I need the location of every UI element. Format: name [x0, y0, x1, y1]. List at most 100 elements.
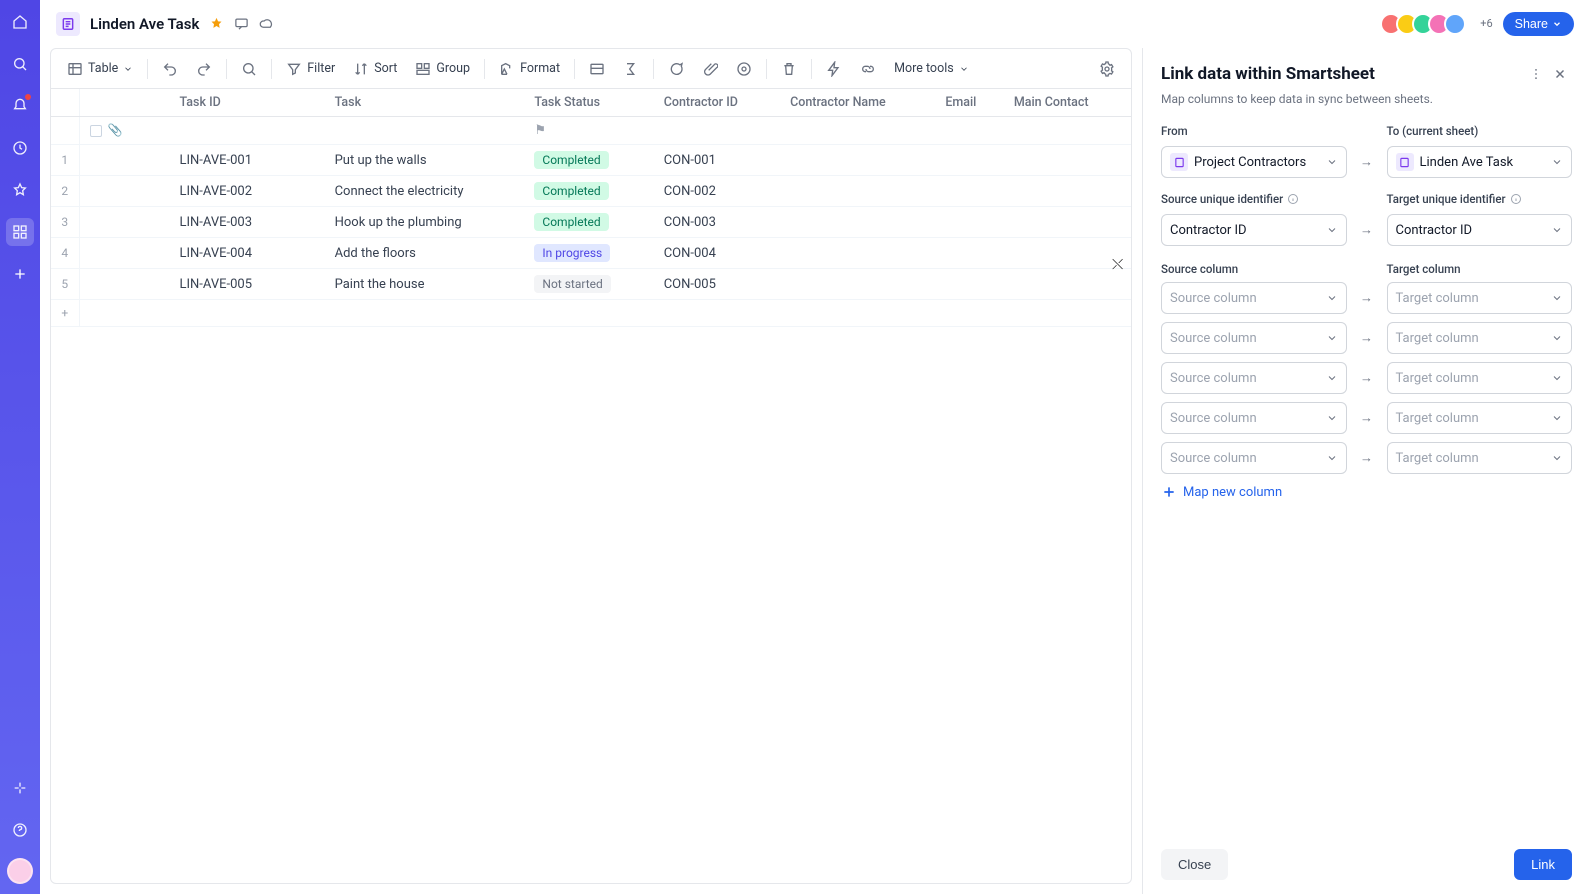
cell-task-id[interactable]: LIN-AVE-002	[79, 176, 325, 207]
grid-icon[interactable]	[6, 218, 34, 246]
collaborator-avatars[interactable]	[1386, 13, 1466, 35]
favorite-icon[interactable]	[209, 16, 224, 31]
bell-icon[interactable]	[6, 92, 34, 120]
cell-task-id[interactable]: LIN-AVE-004	[79, 238, 325, 269]
column-header[interactable]: Contractor ID	[654, 89, 780, 117]
cloud-icon[interactable]	[259, 16, 274, 31]
cell-contractor-id[interactable]: CON-005	[654, 269, 780, 300]
column-header[interactable]: Main Contact	[1004, 89, 1131, 117]
undo-button[interactable]	[156, 57, 184, 81]
cell-status[interactable]: Completed	[524, 207, 653, 238]
cell-task[interactable]: Paint the house	[325, 269, 525, 300]
redo-button[interactable]	[190, 57, 218, 81]
cell-contractor-name[interactable]	[780, 145, 935, 176]
cell-email[interactable]	[935, 207, 1004, 238]
cell-contractor-id[interactable]: CON-002	[654, 176, 780, 207]
cell-status[interactable]: Completed	[524, 145, 653, 176]
data-grid[interactable]: Task IDTaskTask StatusContractor IDContr…	[51, 89, 1131, 883]
formula-button[interactable]	[617, 57, 645, 81]
column-header[interactable]: Task	[325, 89, 525, 117]
column-header[interactable]: Task ID	[79, 89, 325, 117]
add-row[interactable]: +	[51, 300, 1131, 327]
cell-contractor-name[interactable]	[780, 238, 935, 269]
cell-task-id[interactable]: LIN-AVE-005	[79, 269, 325, 300]
to-sheet-dropdown[interactable]: Linden Ave Task	[1387, 146, 1573, 178]
target-column-dropdown[interactable]: Target column	[1387, 322, 1573, 354]
star-icon[interactable]	[6, 176, 34, 204]
table-row[interactable]: 2LIN-AVE-002Connect the electricityCompl…	[51, 176, 1131, 207]
cell-contractor-id[interactable]: CON-003	[654, 207, 780, 238]
src-uid-dropdown[interactable]: Contractor ID	[1161, 214, 1347, 246]
select-all-checkbox[interactable]	[90, 125, 102, 137]
avatar-overflow[interactable]: +6	[1480, 17, 1492, 30]
target-column-dropdown[interactable]: Target column	[1387, 442, 1573, 474]
target-column-dropdown[interactable]: Target column	[1387, 362, 1573, 394]
cell-contractor-id[interactable]: CON-001	[654, 145, 780, 176]
source-column-dropdown[interactable]: Source column	[1161, 442, 1347, 474]
table-row[interactable]: 5LIN-AVE-005Paint the houseNot startedCO…	[51, 269, 1131, 300]
column-header[interactable]: Email	[935, 89, 1004, 117]
group-button[interactable]: Group	[409, 57, 476, 81]
link-button[interactable]: Link	[1514, 849, 1572, 880]
cell-contractor-id[interactable]: CON-004	[654, 238, 780, 269]
cell-task-id[interactable]: LIN-AVE-003	[79, 207, 325, 238]
share-button[interactable]: Share	[1503, 12, 1574, 36]
source-column-dropdown[interactable]: Source column	[1161, 282, 1347, 314]
cell-main-contact[interactable]	[1004, 207, 1131, 238]
close-button[interactable]: Close	[1161, 849, 1228, 880]
search-icon[interactable]	[6, 50, 34, 78]
cell-email[interactable]	[935, 145, 1004, 176]
cell-status[interactable]: Not started	[524, 269, 653, 300]
from-sheet-dropdown[interactable]: Project Contractors	[1161, 146, 1347, 178]
chat-icon[interactable]	[234, 16, 249, 31]
source-column-dropdown[interactable]: Source column	[1161, 362, 1347, 394]
format-button[interactable]: Format	[493, 57, 566, 81]
cell-task[interactable]: Connect the electricity	[325, 176, 525, 207]
source-column-dropdown[interactable]: Source column	[1161, 322, 1347, 354]
map-new-column-button[interactable]: Map new column	[1161, 478, 1572, 506]
add-icon[interactable]	[6, 260, 34, 288]
link-data-button[interactable]	[854, 57, 882, 81]
cell-email[interactable]	[935, 176, 1004, 207]
proof-button[interactable]	[730, 57, 758, 81]
insert-button[interactable]	[583, 57, 611, 81]
search-button[interactable]	[235, 57, 263, 81]
table-row[interactable]: 4LIN-AVE-004Add the floorsIn progressCON…	[51, 238, 1131, 269]
cell-main-contact[interactable]	[1004, 176, 1131, 207]
filter-button[interactable]: Filter	[280, 57, 341, 81]
home-icon[interactable]	[6, 8, 34, 36]
user-avatar[interactable]	[7, 858, 33, 884]
cell-contractor-name[interactable]	[780, 269, 935, 300]
cell-main-contact[interactable]	[1004, 269, 1131, 300]
attachment-button[interactable]	[696, 57, 724, 81]
view-switcher[interactable]: Table	[61, 57, 139, 81]
source-column-dropdown[interactable]: Source column	[1161, 402, 1347, 434]
cell-task[interactable]: Hook up the plumbing	[325, 207, 525, 238]
automation-button[interactable]	[820, 57, 848, 81]
settings-button[interactable]	[1093, 57, 1121, 81]
collaborator-avatar[interactable]	[1444, 13, 1466, 35]
cell-email[interactable]	[935, 269, 1004, 300]
target-column-dropdown[interactable]: Target column	[1387, 402, 1573, 434]
integrate-icon[interactable]	[6, 774, 34, 802]
cell-contractor-name[interactable]	[780, 207, 935, 238]
column-header[interactable]: Task Status	[524, 89, 653, 117]
table-row[interactable]: 1LIN-AVE-001Put up the wallsCompletedCON…	[51, 145, 1131, 176]
cell-status[interactable]: Completed	[524, 176, 653, 207]
more-tools-button[interactable]: More tools	[888, 57, 975, 80]
cell-contractor-name[interactable]	[780, 176, 935, 207]
clock-icon[interactable]	[6, 134, 34, 162]
sort-button[interactable]: Sort	[347, 57, 403, 81]
cell-task-id[interactable]: LIN-AVE-001	[79, 145, 325, 176]
tgt-uid-dropdown[interactable]: Contractor ID	[1387, 214, 1573, 246]
panel-menu-icon[interactable]	[1524, 62, 1548, 86]
table-row[interactable]: 3LIN-AVE-003Hook up the plumbingComplete…	[51, 207, 1131, 238]
comment-button[interactable]	[662, 57, 690, 81]
target-column-dropdown[interactable]: Target column	[1387, 282, 1573, 314]
cell-email[interactable]	[935, 238, 1004, 269]
cell-main-contact[interactable]	[1004, 145, 1131, 176]
column-header[interactable]: Contractor Name	[780, 89, 935, 117]
cell-task[interactable]: Put up the walls	[325, 145, 525, 176]
cell-task[interactable]: Add the floors	[325, 238, 525, 269]
cell-status[interactable]: In progress	[524, 238, 653, 269]
